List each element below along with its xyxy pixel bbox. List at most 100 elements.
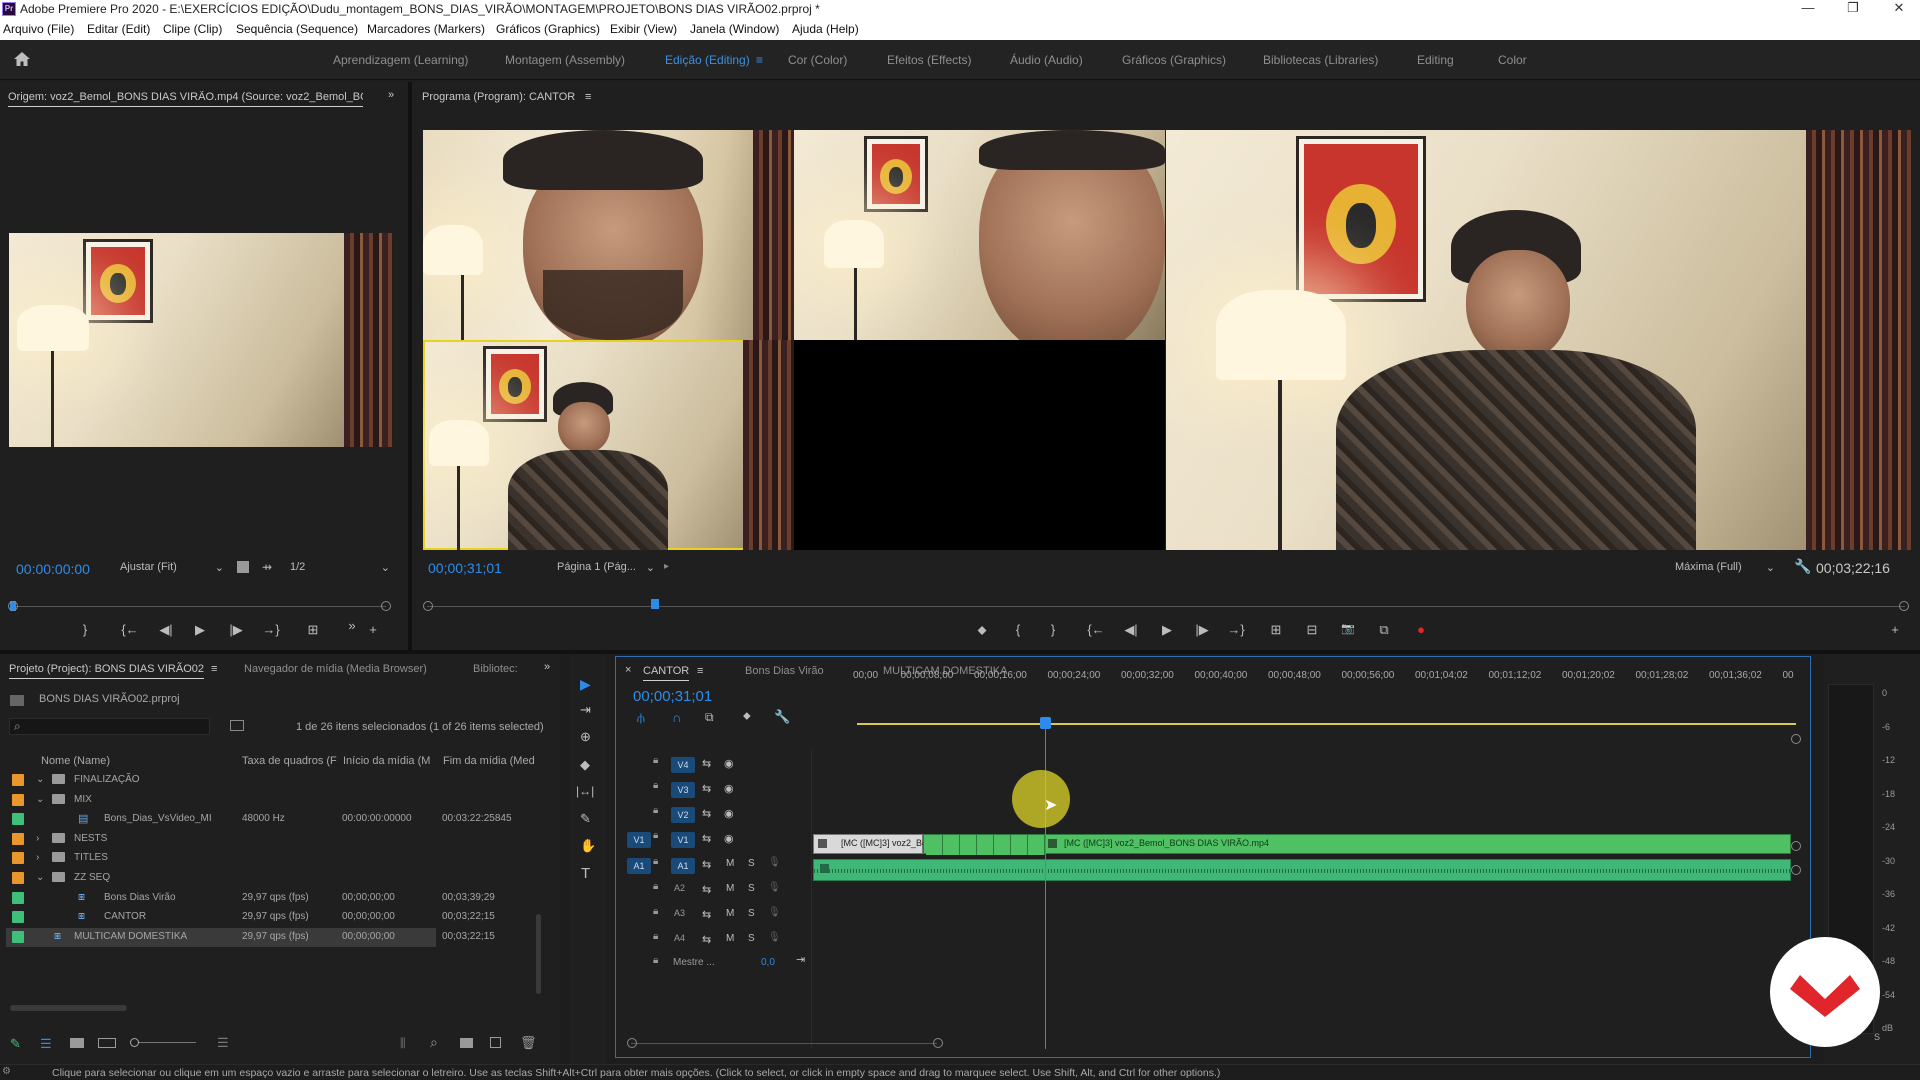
go-to-out-button[interactable]: →}	[262, 622, 280, 637]
sync-lock-icon[interactable]: ⇆	[702, 883, 711, 896]
go-to-end-icon[interactable]: ⇥	[796, 953, 805, 966]
solo-button-a4[interactable]: S	[748, 933, 755, 944]
record-button[interactable]: ●	[1412, 622, 1430, 637]
source-zoom-left[interactable]	[8, 601, 18, 611]
eye-icon[interactable]: ◉	[724, 832, 734, 845]
expand-toggle-icon[interactable]: ›	[36, 833, 39, 844]
slip-tool-icon[interactable]: |↔|	[576, 784, 594, 798]
lock-icon[interactable]: 🔒︎	[653, 906, 658, 917]
freeform-view-icon[interactable]	[98, 1038, 116, 1048]
col-media-end[interactable]: Fim da mídia (Med	[443, 755, 543, 767]
multicam-angle-1[interactable]	[423, 130, 794, 340]
snap-magnet-icon[interactable]: ∩	[672, 710, 681, 725]
timeline-hscrollbar[interactable]	[631, 1043, 937, 1044]
lock-icon[interactable]: 🔒︎	[653, 856, 658, 867]
timeline-hscroll-left[interactable]	[627, 1038, 637, 1048]
lock-icon[interactable]: 🔒︎	[653, 780, 658, 791]
col-frame-rate[interactable]: Taxa de quadros (F	[242, 755, 337, 767]
sort-icon[interactable]: ☰	[217, 1035, 229, 1051]
program-monitor-tab[interactable]: Programa (Program): CANTOR	[422, 91, 575, 103]
play-button[interactable]: ▶	[1158, 622, 1176, 638]
multicam-angle-3-active[interactable]	[423, 340, 794, 550]
eye-icon[interactable]: ◉	[724, 757, 734, 770]
pencil-icon[interactable]: ✎	[10, 1036, 21, 1052]
multicam-view-button[interactable]: ⧉	[1375, 622, 1393, 638]
insert-button[interactable]: ⊞	[304, 622, 322, 638]
project-item-row[interactable]: ⧆ CANTOR 29,97 qps (fps) 00;00;00;00 00;03;2…	[6, 908, 495, 927]
mute-button-a1[interactable]: M	[726, 858, 734, 869]
step-back-button[interactable]: ◀|	[1122, 622, 1140, 638]
workspace-graphics[interactable]: Gráficos (Graphics)	[1122, 53, 1226, 67]
col-media-start[interactable]: Início da mídia (M	[343, 755, 438, 767]
razor-tool-icon[interactable]: ◆	[580, 757, 590, 773]
project-search-input[interactable]: ⌕	[9, 718, 210, 735]
list-view-icon[interactable]: ☰	[40, 1036, 52, 1052]
lock-icon[interactable]: 🔒︎	[653, 955, 658, 966]
pen-tool-icon[interactable]: ✎	[580, 811, 591, 827]
project-item-row[interactable]: ⧆ Bons Dias Virão 29,97 qps (fps) 00;00;00;…	[6, 889, 495, 908]
work-area-bar[interactable]	[857, 723, 1796, 725]
home-icon[interactable]	[13, 51, 31, 67]
extract-button[interactable]: ⊟	[1303, 622, 1321, 638]
source-monitor-tab[interactable]: Origem: voz2_Bemol_BONS DIAS VIRÃO.mp4 (…	[8, 91, 363, 107]
add-button-source[interactable]: +	[364, 622, 382, 637]
zoom-slider-handle[interactable]	[130, 1038, 139, 1047]
source-timecode[interactable]: 00:00:00:00	[16, 561, 90, 577]
workspace-libraries[interactable]: Bibliotecas (Libraries)	[1263, 53, 1378, 67]
go-to-in-button[interactable]: {←	[1087, 622, 1105, 637]
label-color-swatch[interactable]	[12, 774, 24, 786]
go-to-out-button[interactable]: →}	[1227, 622, 1245, 637]
expand-toggle-icon[interactable]: ⌄	[36, 872, 44, 883]
project-bin-row[interactable]: ⌄ MIX	[6, 791, 436, 810]
label-color-swatch[interactable]	[12, 813, 24, 826]
mute-button-a4[interactable]: M	[726, 933, 734, 944]
source-patch-v1[interactable]: V1	[627, 832, 651, 848]
source-zoom-right[interactable]	[381, 601, 391, 611]
step-back-button[interactable]: ◀|	[157, 622, 175, 638]
trash-icon[interactable]: 🗑	[520, 1035, 537, 1051]
track-target-v4[interactable]: V4	[671, 757, 695, 773]
workspace-learning[interactable]: Aprendizagem (Learning)	[333, 53, 468, 67]
label-color-swatch[interactable]	[12, 930, 24, 943]
program-tab-menu-icon[interactable]: ≡	[585, 91, 591, 103]
workspace-audio[interactable]: Áudio (Audio)	[1010, 53, 1083, 67]
workspace-color[interactable]: Cor (Color)	[788, 53, 847, 67]
media-browser-tab[interactable]: Navegador de mídia (Media Browser)	[244, 663, 427, 675]
new-item-icon[interactable]	[490, 1037, 501, 1048]
project-item-row[interactable]: ▤ Bons_Dias_VsVideo_MI 48000 Hz 00:00:00:00…	[6, 810, 512, 829]
chevron-right-icon[interactable]: ▸	[664, 561, 669, 572]
wrench-icon[interactable]: 🔧	[1794, 558, 1811, 575]
mic-icon[interactable]: 🎙︎	[768, 857, 781, 868]
track-select-tool-icon[interactable]: ⇥	[580, 702, 591, 718]
solo-button-a3[interactable]: S	[748, 908, 755, 919]
mic-icon[interactable]: 🎙︎	[768, 932, 781, 943]
expand-toggle-icon[interactable]: ›	[36, 852, 39, 863]
project-tab-menu-icon[interactable]: ≡	[211, 663, 217, 675]
minimize-button[interactable]: —	[1793, 0, 1823, 18]
lock-icon[interactable]: 🔒︎	[653, 931, 658, 942]
project-scrollbar[interactable]	[10, 1005, 127, 1011]
lock-icon[interactable]: 🔒︎	[653, 805, 658, 816]
source-resolution-select[interactable]: 1/2 ⌄	[290, 561, 390, 577]
sync-lock-icon[interactable]: ⇆	[702, 908, 711, 921]
project-bin-row[interactable]: ⌄ ZZ SEQ	[6, 869, 436, 888]
source-patch-a1[interactable]: A1	[627, 858, 651, 874]
workspace-effects[interactable]: Efeitos (Effects)	[887, 53, 971, 67]
mute-button-a2[interactable]: M	[726, 883, 734, 894]
sync-lock-icon[interactable]: ⇆	[702, 933, 711, 946]
multicam-angle-4-empty[interactable]	[794, 340, 1165, 550]
program-playhead[interactable]	[650, 599, 659, 609]
menu-markers[interactable]: Marcadores (Markers)	[367, 22, 485, 36]
go-to-in-button[interactable]: {←	[121, 622, 139, 637]
sync-lock-icon[interactable]: ⇆	[702, 807, 711, 820]
workspace-assembly[interactable]: Montagem (Assembly)	[505, 53, 625, 67]
label-color-swatch[interactable]	[12, 891, 24, 904]
label-color-swatch[interactable]	[12, 793, 24, 806]
solo-button-a2[interactable]: S	[748, 883, 755, 894]
lift-button[interactable]: ⊞	[1267, 622, 1285, 638]
selection-tool-icon[interactable]: ▶	[580, 676, 591, 693]
project-bin-row[interactable]: ⌄ FINALIZAÇÃO	[6, 771, 436, 790]
program-page-select[interactable]: Página 1 (Pág... ⌄	[557, 561, 655, 577]
project-tab[interactable]: Projeto (Project): BONS DIAS VIRÃO02	[9, 663, 205, 679]
menu-edit[interactable]: Editar (Edit)	[87, 22, 150, 36]
